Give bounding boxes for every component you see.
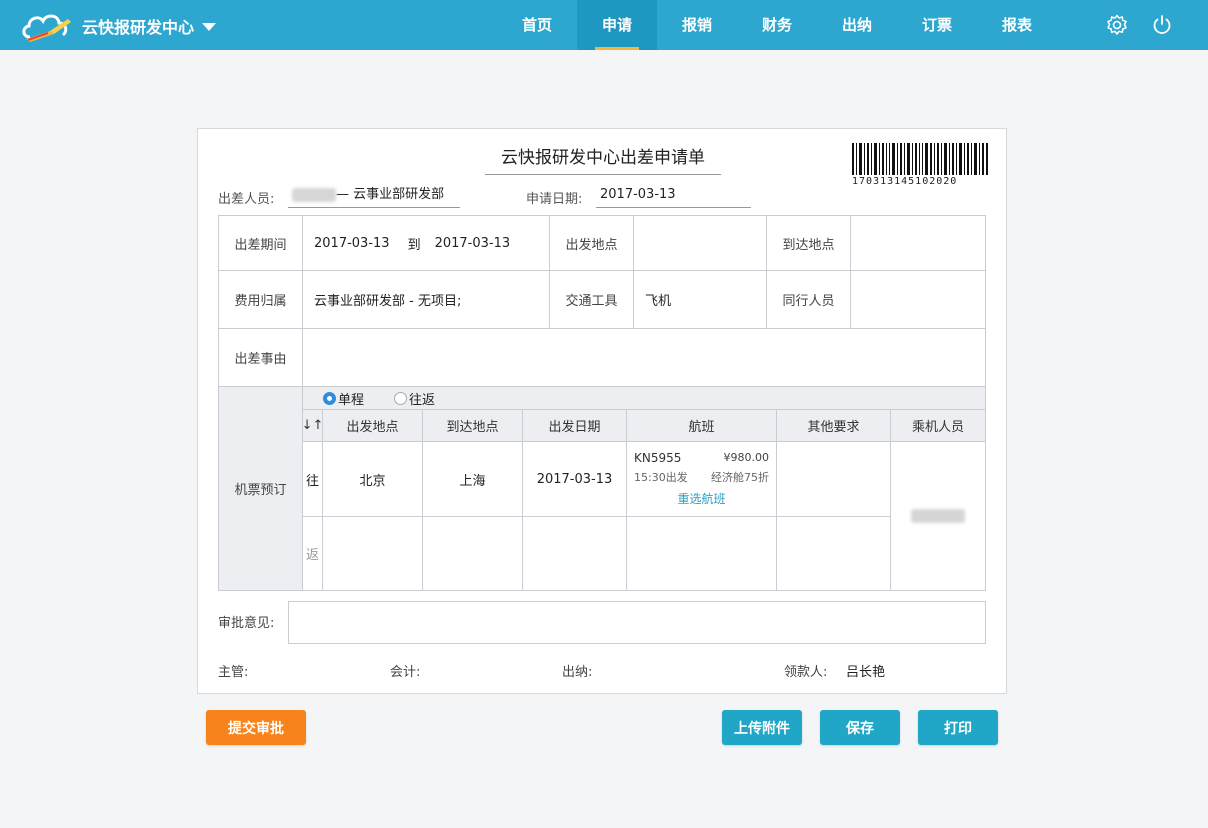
return-other[interactable] — [777, 517, 890, 590]
period-start: 2017-03-13 — [314, 235, 390, 251]
upload-attachment-button[interactable]: 上传附件 — [722, 710, 802, 745]
nav-reports[interactable]: 报表 — [977, 0, 1057, 50]
reselect-flight-link[interactable]: 重选航班 — [677, 492, 725, 506]
cost-field[interactable]: 云事业部研发部 - 无项目; — [303, 271, 549, 328]
sort-toggle[interactable]: ↓↑ — [302, 410, 323, 441]
applicant-label: 出差人员: — [218, 192, 275, 207]
applicant-dept: — 云事业部研发部 — [336, 187, 445, 202]
payee-label: 领款人: — [784, 665, 828, 680]
flight-number: KN5955 — [634, 451, 682, 465]
barcode — [852, 143, 988, 175]
col-flight: 航班 — [627, 410, 776, 441]
power-icon[interactable] — [1151, 14, 1173, 36]
cashier-label: 出纳: — [562, 665, 593, 680]
approval-label: 审批意见: — [218, 616, 275, 631]
cloud-logo-icon[interactable] — [20, 9, 74, 43]
outbound-other[interactable] — [777, 442, 890, 516]
nav-cashier[interactable]: 出纳 — [817, 0, 897, 50]
chevron-down-icon — [202, 23, 217, 31]
nav-finance[interactable]: 财务 — [737, 0, 817, 50]
print-button[interactable]: 打印 — [918, 710, 998, 745]
companion-label: 同行人员 — [782, 294, 835, 309]
return-flight[interactable] — [627, 517, 776, 590]
radio-empty-icon — [394, 391, 408, 405]
radio-selected-icon — [323, 391, 336, 405]
to-label: 到达地点 — [782, 237, 835, 253]
applicant-field[interactable]: — 云事业部研发部 — [288, 186, 460, 208]
flight-cabin: 经济舱75折 — [711, 471, 769, 484]
travel-application-form: 云快报研发中心出差申请单 170313145102020 出差人员: — 云事业… — [197, 128, 1007, 694]
outbound-to[interactable]: 上海 — [423, 442, 522, 516]
nav-home[interactable]: 首页 — [497, 0, 577, 50]
passenger-name-redacted — [911, 509, 965, 523]
outbound-from[interactable]: 北京 — [323, 442, 422, 516]
nav-reimburse[interactable]: 报销 — [657, 0, 737, 50]
trip-detail-table: 出差期间 2017-03-13 到 2017-03-13 出发地点 到达地点 费… — [218, 215, 986, 591]
ticket-label: 机票预订 — [234, 483, 287, 498]
main-nav: 首页 申请 报销 财务 出纳 订票 报表 — [497, 0, 1057, 50]
trip-one-way-radio[interactable]: 单程 — [323, 389, 364, 408]
return-from[interactable] — [323, 517, 422, 590]
return-date[interactable] — [523, 517, 626, 590]
form-title: 云快报研发中心出差申请单 — [485, 145, 721, 175]
approval-input[interactable] — [288, 601, 986, 644]
org-name: 云快报研发中心 — [82, 18, 195, 37]
submit-approval-button[interactable]: 提交审批 — [206, 710, 306, 745]
col-from: 出发地点 — [323, 410, 422, 441]
return-to[interactable] — [423, 517, 522, 590]
supervisor-label: 主管: — [218, 665, 249, 680]
apply-date-label: 申请日期: — [526, 192, 583, 207]
outbound-tag: 往 — [305, 473, 319, 489]
settings-icon[interactable] — [1106, 14, 1128, 36]
transport-label: 交通工具 — [565, 294, 618, 309]
transport-field[interactable]: 飞机 — [634, 271, 766, 328]
org-switcher[interactable]: 云快报研发中心 — [82, 14, 217, 38]
reason-label: 出差事由 — [234, 352, 287, 367]
flight-price: ¥980.00 — [723, 451, 770, 464]
period-field[interactable]: 2017-03-13 到 2017-03-13 — [303, 216, 549, 270]
col-date: 出发日期 — [523, 410, 626, 441]
companion-field[interactable] — [851, 271, 985, 328]
reason-field[interactable] — [303, 329, 985, 386]
period-end: 2017-03-13 — [434, 235, 511, 251]
to-field[interactable] — [851, 216, 985, 270]
period-to: 到 — [407, 237, 421, 253]
col-passenger: 乘机人员 — [891, 410, 985, 441]
trip-round-radio[interactable]: 往返 — [394, 389, 435, 408]
from-field[interactable] — [634, 216, 766, 270]
outbound-date[interactable]: 2017-03-13 — [523, 442, 626, 516]
col-to: 到达地点 — [423, 410, 522, 441]
nav-booking[interactable]: 订票 — [897, 0, 977, 50]
from-label: 出发地点 — [565, 237, 618, 253]
flight-depart-time: 15:30出发 — [634, 471, 688, 484]
save-button[interactable]: 保存 — [820, 710, 900, 745]
passenger-cell[interactable] — [891, 442, 985, 590]
accountant-label: 会计: — [390, 665, 421, 680]
barcode-number: 170313145102020 — [852, 176, 958, 187]
nav-apply[interactable]: 申请 — [577, 0, 657, 50]
apply-date-field[interactable]: 2017-03-13 — [596, 186, 751, 208]
outbound-flight-cell: KN5955 ¥980.00 15:30出发 经济舱75折 重选航班 — [627, 442, 776, 516]
applicant-name-redacted — [292, 187, 336, 202]
trip-type-options: 单程 往返 — [323, 387, 435, 409]
payee-name: 吕长艳 — [846, 665, 886, 680]
return-tag: 返 — [305, 548, 319, 563]
top-nav-bar: 云快报研发中心 首页 申请 报销 财务 出纳 订票 报表 — [0, 0, 1208, 50]
col-other: 其他要求 — [777, 410, 890, 441]
cost-label: 费用归属 — [234, 294, 287, 309]
period-label: 出差期间 — [234, 237, 287, 253]
